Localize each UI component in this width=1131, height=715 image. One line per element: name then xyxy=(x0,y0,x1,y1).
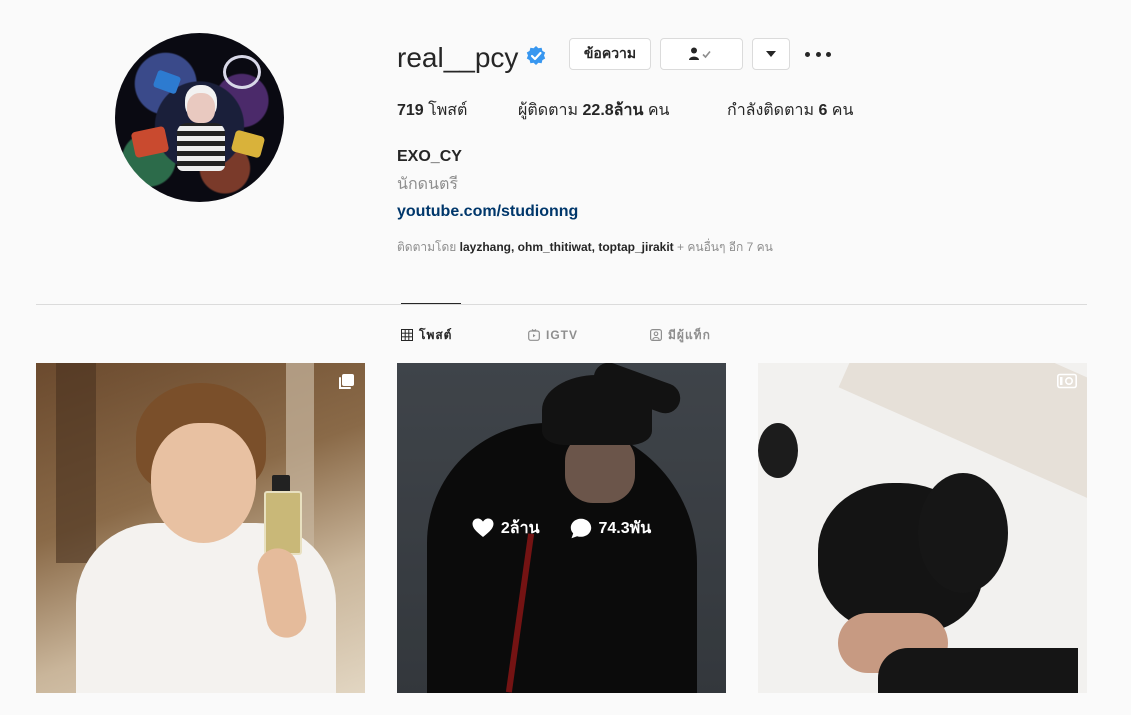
heart-icon xyxy=(472,518,494,537)
followers-stat[interactable]: ผู้ติดตาม 22.8ล้าน คน xyxy=(518,100,670,122)
avatar-image xyxy=(115,33,284,202)
likes-count: 2ล้าน xyxy=(472,516,540,541)
dot-icon xyxy=(805,51,810,57)
person-check-icon xyxy=(688,47,711,60)
grid-icon xyxy=(401,329,413,341)
profile-full-name: EXO_CY xyxy=(397,148,462,165)
dot-icon xyxy=(815,51,821,57)
post-thumbnail[interactable]: 2ล้าน 74.3พัน xyxy=(397,363,726,693)
multiple-images-icon xyxy=(339,374,354,389)
post-thumbnail[interactable] xyxy=(758,363,1087,693)
posts-count-stat: 719 โพสต์ xyxy=(397,102,468,119)
tagged-icon xyxy=(650,329,662,341)
comments-count: 74.3พัน xyxy=(570,516,651,541)
igtv-icon xyxy=(528,329,540,341)
followed-by-text[interactable]: ติดตามโดย layzhang, ohm_thitiwat, toptap… xyxy=(397,239,773,255)
video-icon xyxy=(1057,373,1077,389)
tab-posts[interactable]: โพสต์ xyxy=(401,326,452,344)
active-tab-indicator xyxy=(401,303,461,304)
post-thumbnail[interactable] xyxy=(36,363,365,693)
profile-website-link[interactable]: youtube.com/studionng xyxy=(397,201,578,223)
profile-username: real__pcy xyxy=(397,42,519,73)
chevron-down-icon xyxy=(766,51,776,57)
tab-tagged[interactable]: มีผู้แท็ก xyxy=(650,326,711,344)
suggested-accounts-dropdown[interactable] xyxy=(752,38,790,70)
tab-igtv[interactable]: IGTV xyxy=(528,326,578,344)
verified-badge-icon xyxy=(526,46,546,65)
tabs-divider xyxy=(36,304,1087,305)
profile-avatar[interactable] xyxy=(115,33,284,202)
profile-category: นักดนตรี xyxy=(397,176,458,193)
following-stat[interactable]: กำลังติดตาม 6 คน xyxy=(727,100,853,122)
following-button[interactable] xyxy=(660,38,743,70)
message-button[interactable]: ข้อความ xyxy=(569,38,651,70)
post-hover-overlay: 2ล้าน 74.3พัน xyxy=(397,363,726,693)
more-options-button[interactable] xyxy=(805,44,831,64)
comment-icon xyxy=(570,518,591,538)
dot-icon xyxy=(826,51,831,57)
